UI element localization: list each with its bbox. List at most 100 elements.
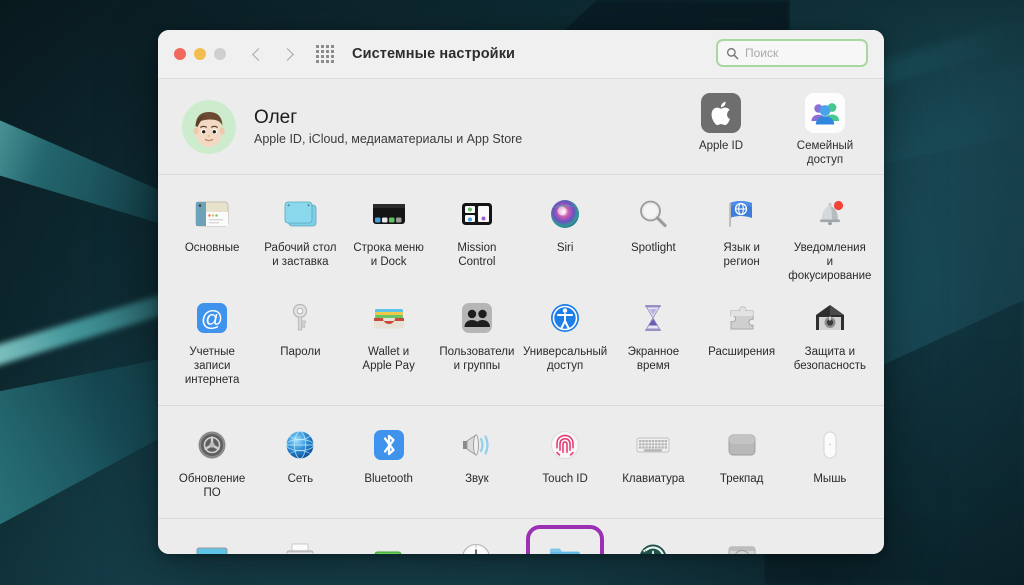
pref-displays[interactable]: Мониторы	[168, 531, 256, 554]
pref-label: Язык и регион	[723, 242, 760, 269]
pref-software-update[interactable]: Обновление ПО	[168, 418, 256, 508]
memoji-avatar-icon	[193, 111, 225, 147]
svg-text:@: @	[201, 306, 223, 331]
pref-sound[interactable]: Звук	[433, 418, 521, 508]
preferences-group-hardware: Обновление ПО Сеть Bluetooth Звук Touch …	[158, 406, 884, 518]
pref-internet-accounts[interactable]: @ Учетные записи интернета	[168, 291, 256, 395]
users-groups-icon	[456, 297, 498, 339]
account-name: Олег	[254, 107, 298, 129]
pref-passwords[interactable]: Пароли	[256, 291, 344, 395]
battery-icon	[368, 537, 410, 554]
desktop-screensaver-icon	[279, 193, 321, 235]
back-arrow-icon[interactable]	[252, 47, 265, 61]
pref-label: Учетные записи интернета	[184, 346, 240, 387]
trackpad-icon	[721, 424, 763, 466]
pref-mission-control[interactable]: Mission Control	[433, 187, 521, 291]
pref-label: Siri	[556, 242, 574, 254]
bluetooth-icon	[368, 424, 410, 466]
pref-keyboard[interactable]: Клавиатура	[609, 418, 697, 508]
preferences-row: @ Учетные записи интернета Пароли Wallet…	[168, 291, 874, 395]
pref-label: Пароли	[280, 346, 321, 359]
pref-label: Spotlight	[630, 242, 676, 254]
pref-time-machine[interactable]: Time Machine	[609, 531, 697, 554]
apple-id-account-row[interactable]: Олег Apple ID, iCloud, медиаматериалы и …	[158, 79, 884, 174]
navigation-arrows	[252, 47, 294, 61]
pref-label: Мышь	[813, 473, 847, 486]
pref-extensions[interactable]: Расширения	[698, 291, 786, 395]
pref-spotlight[interactable]: Spotlight	[609, 187, 697, 291]
pref-startup-disk[interactable]: Загрузочный диск	[698, 531, 786, 554]
preferences-row: Мониторы Принтеры и сканеры	[168, 531, 874, 554]
preferences-group-personal: Основные Рабочий стол и заставка Строка …	[158, 175, 884, 405]
screen-time-icon	[632, 297, 674, 339]
window-toolbar: Системные настройки	[158, 30, 884, 79]
pref-label: Универсальный доступ	[523, 346, 608, 373]
pref-dock-menubar[interactable]: Строка меню и Dock	[345, 187, 433, 291]
pref-network[interactable]: Сеть	[256, 418, 344, 508]
pref-users-groups[interactable]: Пользователи и группы	[433, 291, 521, 395]
pref-label: Пользователи и группы	[439, 346, 515, 373]
general-icon	[191, 193, 233, 235]
pref-sharing[interactable]: Общий доступ	[521, 531, 609, 554]
search-icon	[726, 47, 739, 59]
zoom-button[interactable]	[214, 48, 226, 60]
pref-language-region[interactable]: Язык и регион	[698, 187, 786, 291]
date-time-icon: 17	[456, 537, 498, 554]
family-sharing-icon	[805, 93, 845, 133]
pref-siri[interactable]: Siri	[521, 187, 609, 291]
keyboard-icon	[632, 424, 674, 466]
pref-empty-slot	[786, 531, 874, 554]
family-sharing-label: Семейный доступ	[796, 140, 854, 167]
pref-label: Строка меню и Dock	[353, 242, 424, 269]
pref-notifications-focus[interactable]: Уведомления и фокусирование	[786, 187, 874, 291]
pref-wallet-applepay[interactable]: Wallet и Apple Pay	[345, 291, 433, 395]
pref-trackpad[interactable]: Трекпад	[698, 418, 786, 508]
startup-disk-icon	[721, 537, 763, 554]
pref-desktop-screensaver[interactable]: Рабочий стол и заставка	[256, 187, 344, 291]
preferences-group-system: Мониторы Принтеры и сканеры	[158, 519, 884, 554]
apple-id-button[interactable]: Apple ID	[682, 93, 760, 168]
search-input[interactable]	[745, 46, 858, 60]
wallet-applepay-icon	[368, 297, 410, 339]
time-machine-icon	[632, 537, 674, 554]
pref-touch-id[interactable]: Touch ID	[521, 418, 609, 508]
pref-date-time[interactable]: 17 Дата и время	[433, 531, 521, 554]
pref-label: Сеть	[287, 473, 314, 486]
pref-battery[interactable]: Аккумулятор	[345, 531, 433, 554]
pref-screen-time[interactable]: Экранное время	[609, 291, 697, 395]
minimize-button[interactable]	[194, 48, 206, 60]
family-sharing-button[interactable]: Семейный доступ	[786, 93, 864, 168]
siri-icon	[544, 193, 586, 235]
pref-label: Wallet и Apple Pay	[362, 346, 415, 373]
pref-label: Уведомления и фокусирование	[788, 242, 872, 283]
preferences-row: Обновление ПО Сеть Bluetooth Звук Touch …	[168, 418, 874, 508]
traffic-light-buttons	[174, 48, 226, 60]
pref-label: Основные	[184, 242, 240, 254]
account-actions: Apple ID Семейный доступ	[682, 93, 864, 168]
pref-security-privacy[interactable]: Защита и безопасность	[786, 291, 874, 395]
account-text-block: Олег Apple ID, iCloud, медиаматериалы и …	[254, 107, 522, 146]
notifications-focus-icon	[809, 193, 851, 235]
preferences-row: Основные Рабочий стол и заставка Строка …	[168, 187, 874, 291]
pref-label: Звук	[465, 473, 489, 486]
close-button[interactable]	[174, 48, 186, 60]
pref-label: Обновление ПО	[178, 473, 246, 500]
mouse-icon	[809, 424, 851, 466]
sound-speaker-icon	[456, 424, 498, 466]
pref-general[interactable]: Основные	[168, 187, 256, 291]
printers-scanners-icon	[279, 537, 321, 554]
pref-label: Bluetooth	[364, 473, 413, 486]
page-title: Системные настройки	[352, 46, 516, 62]
pref-bluetooth[interactable]: Bluetooth	[345, 418, 433, 508]
pref-printers-scanners[interactable]: Принтеры и сканеры	[256, 531, 344, 554]
pref-mouse[interactable]: Мышь	[786, 418, 874, 508]
avatar[interactable]	[182, 99, 236, 154]
system-preferences-window: Системные настройки Поиск Олег Apple ID,…	[158, 30, 884, 554]
mission-control-icon	[456, 193, 498, 235]
internet-accounts-icon: @	[191, 297, 233, 339]
forward-arrow-icon[interactable]	[281, 47, 294, 61]
show-all-grid-icon[interactable]	[316, 45, 334, 63]
network-globe-icon	[279, 424, 321, 466]
pref-accessibility[interactable]: Универсальный доступ	[521, 291, 609, 395]
search-field[interactable]	[716, 39, 868, 67]
